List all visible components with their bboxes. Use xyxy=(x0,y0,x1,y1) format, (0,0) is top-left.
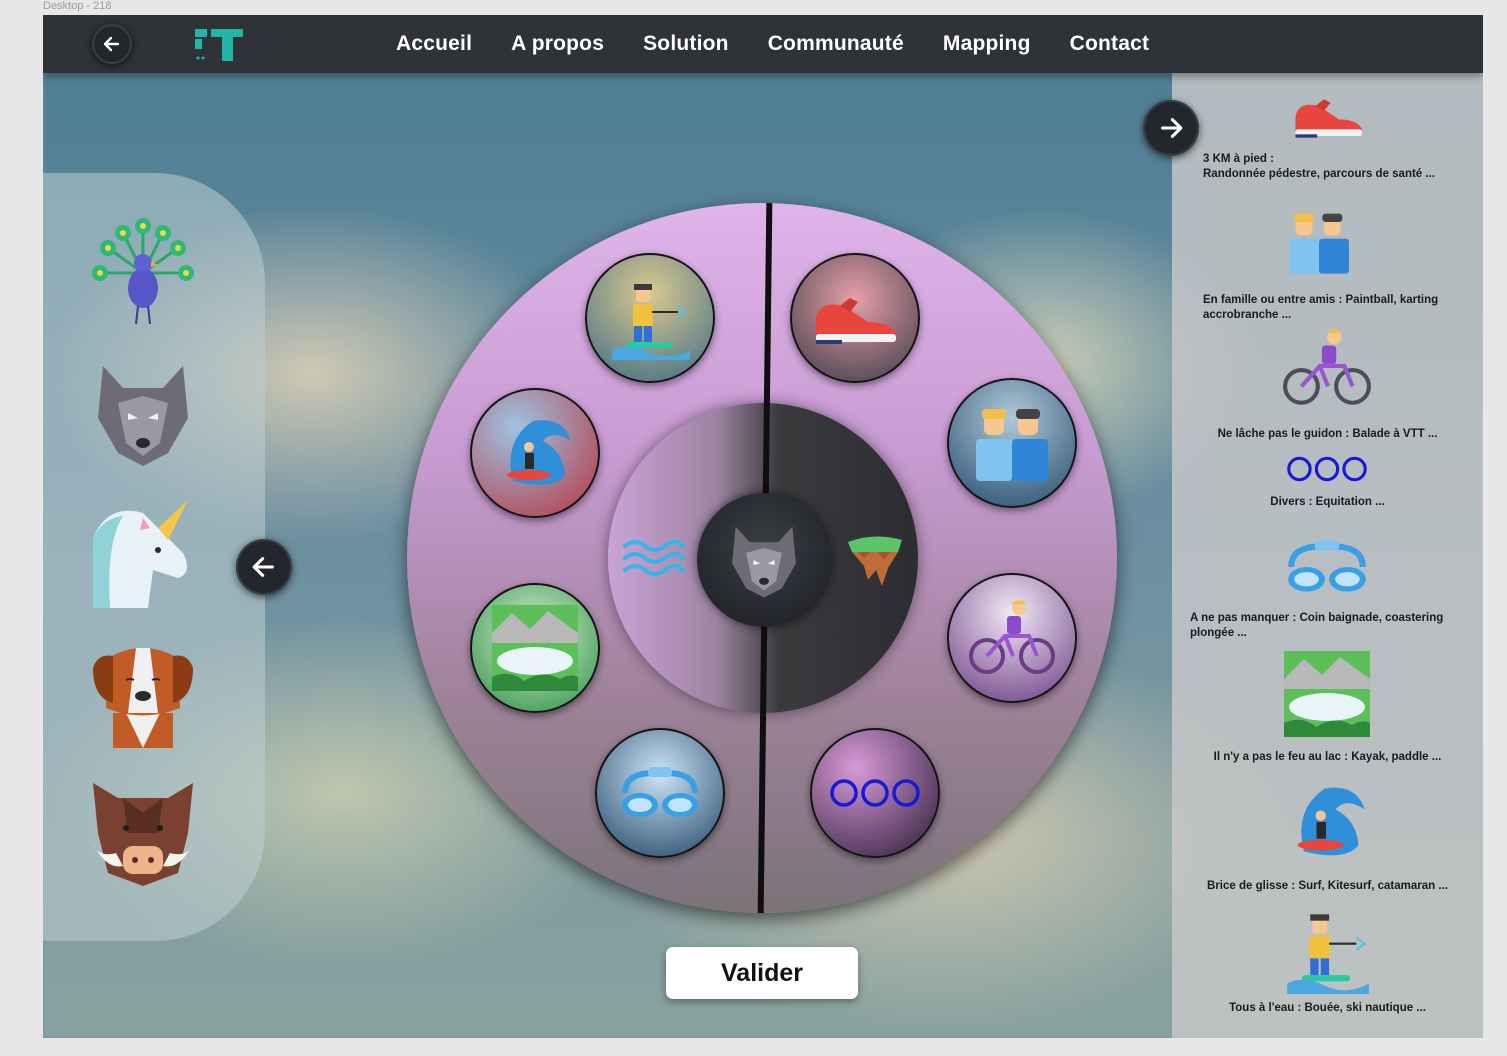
dog-icon[interactable] xyxy=(88,638,198,748)
animal-panel xyxy=(43,173,265,941)
activity-friends[interactable] xyxy=(947,378,1077,508)
nav-communaute[interactable]: Communauté xyxy=(768,32,904,56)
cyclist-icon xyxy=(969,600,1055,674)
logo-icon xyxy=(195,29,243,61)
surf-icon xyxy=(507,420,571,485)
item-caption: 3 KM à pied : Randonnée pédestre, parcour… xyxy=(1203,153,1435,180)
arrow-left-icon xyxy=(103,36,120,52)
item-caption: En famille ou entre amis : Paintball, ka… xyxy=(1203,294,1439,321)
item-caption: Divers : Equitation ... xyxy=(1270,496,1385,508)
activity-goggles[interactable] xyxy=(595,728,725,858)
desktop-frame: Accueil A propos Solution Communauté Map… xyxy=(43,15,1483,1038)
goggles-icon xyxy=(1288,540,1366,592)
waterski-icon xyxy=(1287,914,1369,994)
activity-wheel xyxy=(407,202,1117,914)
activities-sidebar: 3 KM à pied : Randonnée pédestre, parcour… xyxy=(1172,73,1483,1038)
more-circles-icon xyxy=(830,779,920,807)
valider-button[interactable]: Valider xyxy=(666,947,858,999)
activity-lake[interactable] xyxy=(470,583,600,713)
center-wolf-icon xyxy=(697,493,831,627)
lake-icon xyxy=(1284,651,1370,737)
activity-sneaker[interactable] xyxy=(790,253,920,383)
navbar: Accueil A propos Solution Communauté Map… xyxy=(43,15,1483,73)
item-caption: Ne lâche pas le guidon : Balade à VTT ..… xyxy=(1217,428,1438,440)
friends-icon xyxy=(1289,213,1349,274)
activity-waterski[interactable] xyxy=(585,253,715,383)
item-caption: A ne pas manquer : Coin baignade, coaste… xyxy=(1190,612,1444,639)
unicorn-icon[interactable] xyxy=(88,498,198,608)
expand-sidebar-button[interactable] xyxy=(1143,100,1199,156)
lake-icon xyxy=(492,605,578,691)
land-island-icon[interactable] xyxy=(844,528,906,590)
waterski-icon xyxy=(612,284,690,360)
sneaker-icon xyxy=(816,298,896,344)
more-circles-icon xyxy=(1287,456,1367,482)
peacock-icon[interactable] xyxy=(88,218,198,328)
activity-cyclist[interactable] xyxy=(947,573,1077,703)
activity-surf[interactable] xyxy=(470,388,600,518)
item-caption: Il n'y a pas le feu au lac : Kayak, padd… xyxy=(1213,751,1442,763)
back-button[interactable] xyxy=(92,24,132,64)
item-caption: Tous à l'eau : Bouée, ski nautique ... xyxy=(1229,1002,1426,1014)
nav-contact[interactable]: Contact xyxy=(1070,32,1150,56)
surf-icon xyxy=(1297,787,1365,856)
friends-icon xyxy=(976,409,1048,481)
nav-solution[interactable]: Solution xyxy=(643,32,729,56)
arrow-left-icon xyxy=(252,557,274,577)
nav-a-propos[interactable]: A propos xyxy=(511,32,604,56)
water-waves-icon[interactable] xyxy=(623,538,685,578)
frame-label: Desktop - 218 xyxy=(43,0,112,12)
goggles-icon xyxy=(622,767,698,817)
boar-icon[interactable] xyxy=(88,778,198,888)
nav-links: Accueil A propos Solution Communauté Map… xyxy=(396,15,1188,73)
arrow-right-icon xyxy=(1161,118,1183,138)
nav-accueil[interactable]: Accueil xyxy=(396,32,472,56)
wolf-icon[interactable] xyxy=(88,358,198,468)
activity-more[interactable] xyxy=(810,728,940,858)
cyclist-icon xyxy=(1283,329,1371,405)
item-caption: Brice de glisse : Surf, Kitesurf, catama… xyxy=(1207,880,1448,892)
nav-mapping[interactable]: Mapping xyxy=(943,32,1031,56)
sneaker-icon xyxy=(1295,99,1363,138)
collapse-animal-panel-button[interactable] xyxy=(236,539,292,595)
